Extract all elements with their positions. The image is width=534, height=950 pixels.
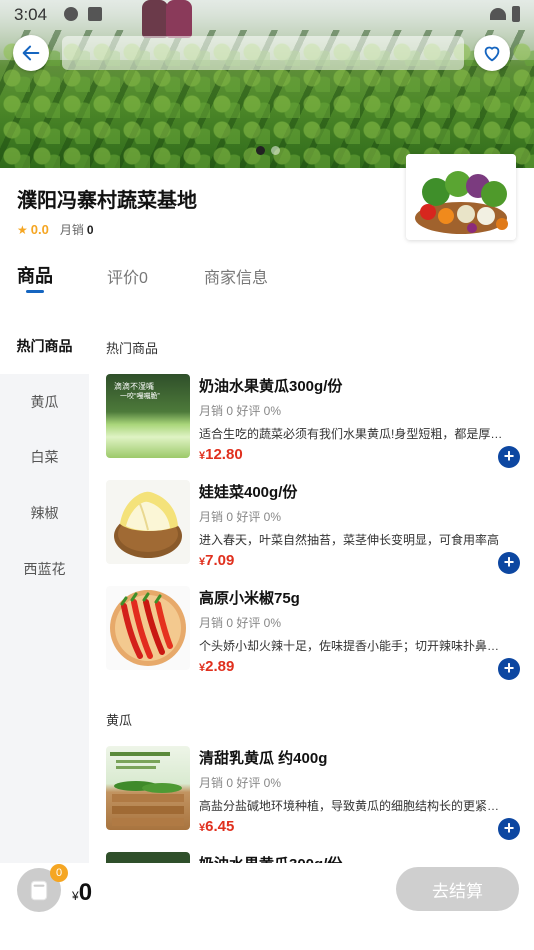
shop-logo xyxy=(406,154,516,240)
product-stats: 月销 0 好评 0% xyxy=(199,776,282,790)
add-to-cart-button[interactable]: + xyxy=(498,818,520,840)
product-item[interactable]: 娃娃菜400g/份 月销 0 好评 0% 进入春天，叶菜自然抽苔，菜茎伸长变明显… xyxy=(106,480,526,574)
product-stats: 月销 0 好评 0% xyxy=(199,616,282,630)
product-item[interactable]: 高原小米椒75g 月销 0 好评 0% 个头娇小却火辣十足，佐味提香小能手；切开… xyxy=(106,586,526,680)
shop-meta: ★ 0.0 月销 0 xyxy=(17,221,94,238)
back-button[interactable] xyxy=(13,35,49,71)
cart-icon xyxy=(30,880,48,901)
product-image xyxy=(106,480,190,564)
shop-tabs: 商品 评价0 商家信息 xyxy=(0,260,534,310)
tab-merchant-info[interactable]: 商家信息 xyxy=(204,264,268,288)
category-chili[interactable]: 辣椒 xyxy=(0,485,89,541)
image-caption: 一咬“嘎嘣脆” xyxy=(120,393,160,400)
notification-icon xyxy=(64,7,78,21)
heart-icon xyxy=(484,46,500,62)
section-title: 黄瓜 xyxy=(106,713,133,728)
total-value: 0 xyxy=(78,879,93,906)
product-desc: 高盐分盐碱地环境种植，导致黄瓜的细胞结构长的更紧密，口感更脆 xyxy=(199,799,509,813)
product-price: ¥6.45 xyxy=(199,818,234,835)
price-value: 12.80 xyxy=(205,446,243,463)
price-value: 2.89 xyxy=(205,658,235,675)
product-price: ¥7.09 xyxy=(199,552,234,569)
status-bar: 3:04 xyxy=(0,0,534,30)
cart-total: ¥0 xyxy=(72,879,92,907)
product-stats: 月销 0 好评 0% xyxy=(199,404,282,418)
product-stats: 月销 0 好评 0% xyxy=(199,510,282,524)
cucumber-crate-image xyxy=(110,752,184,826)
price-value: 7.09 xyxy=(205,552,235,569)
product-item[interactable]: 滴滴不湿嘴 一咬“嘎嘣脆” 奶油水果黄瓜300g/份 月销 0 好评 0% 适合… xyxy=(106,374,526,468)
carousel-dot xyxy=(256,146,265,155)
product-image: 滴滴不湿嘴 一咬“嘎嘣脆” xyxy=(106,374,190,458)
shop-banner: 3:04 xyxy=(0,0,534,168)
monthly-sales-value: 0 xyxy=(86,222,94,237)
favorite-button[interactable] xyxy=(474,35,510,71)
shop-rating: 0.0 xyxy=(30,222,49,237)
product-desc: 适合生吃的蔬菜必须有我们水果黄瓜!身型短粗，都是厚实的果肉 xyxy=(199,427,509,441)
product-item[interactable]: 奶油水果黄瓜300g/份 xyxy=(106,852,526,863)
product-name: 高原小米椒75g xyxy=(199,590,300,607)
category-cucumber[interactable]: 黄瓜 xyxy=(0,374,89,430)
active-tab-indicator xyxy=(26,290,44,293)
product-image xyxy=(106,586,190,670)
add-to-cart-button[interactable]: + xyxy=(498,446,520,468)
product-image xyxy=(106,852,190,863)
category-cabbage[interactable]: 白菜 xyxy=(0,429,89,485)
product-price: ¥12.80 xyxy=(199,446,243,463)
star-icon: ★ xyxy=(17,222,28,237)
wifi-icon xyxy=(490,8,506,20)
price-value: 6.45 xyxy=(205,818,235,835)
cart-bar: 0 ¥0 去结算 xyxy=(0,863,534,950)
notification-icon xyxy=(88,7,102,21)
product-item[interactable]: 清甜乳黄瓜 约400g 月销 0 好评 0% 高盐分盐碱地环境种植，导致黄瓜的细… xyxy=(106,746,526,840)
category-hot[interactable]: 热门商品 xyxy=(0,318,89,374)
product-image xyxy=(106,746,190,830)
product-desc: 进入春天，叶菜自然抽苔，菜茎伸长变明显，可食用率高 xyxy=(199,533,500,547)
status-time: 3:04 xyxy=(14,5,48,24)
currency-symbol: ¥ xyxy=(72,889,79,903)
checkout-button[interactable]: 去结算 xyxy=(396,867,519,911)
product-price: ¥2.89 xyxy=(199,658,234,675)
section-title: 热门商品 xyxy=(106,341,159,356)
battery-icon xyxy=(512,6,520,22)
product-desc: 个头娇小却火辣十足，佐味提香小能手；切开辣味扑鼻，香辣过瘾 xyxy=(199,639,509,653)
carousel-dot xyxy=(271,146,280,155)
add-to-cart-button[interactable]: + xyxy=(498,658,520,680)
chili-pepper-image xyxy=(106,586,190,670)
product-name: 奶油水果黄瓜300g/份 xyxy=(199,853,342,863)
category-broccoli[interactable]: 西蓝花 xyxy=(0,541,89,597)
carousel-indicator xyxy=(256,146,280,155)
search-input[interactable] xyxy=(62,36,464,70)
tab-reviews[interactable]: 评价0 xyxy=(107,264,148,288)
category-sidebar: 热门商品 黄瓜 白菜 辣椒 西蓝花 xyxy=(0,318,89,863)
add-to-cart-button[interactable]: + xyxy=(498,552,520,574)
product-name: 娃娃菜400g/份 xyxy=(199,484,298,501)
monthly-sales-label: 月销 xyxy=(59,223,84,237)
tab-goods[interactable]: 商品 xyxy=(17,262,53,288)
cart-count-badge: 0 xyxy=(50,864,68,882)
product-name: 清甜乳黄瓜 约400g xyxy=(199,750,328,767)
napa-cabbage-image xyxy=(106,480,190,564)
product-name: 奶油水果黄瓜300g/份 xyxy=(199,378,343,395)
product-list: 热门商品 滴滴不湿嘴 一咬“嘎嘣脆” 奶油水果黄瓜300g/份 月销 0 好评 … xyxy=(89,318,534,863)
vegetable-basket-image xyxy=(406,154,516,240)
shop-name: 濮阳冯寨村蔬菜基地 xyxy=(17,190,197,212)
arrow-left-icon xyxy=(22,45,40,61)
